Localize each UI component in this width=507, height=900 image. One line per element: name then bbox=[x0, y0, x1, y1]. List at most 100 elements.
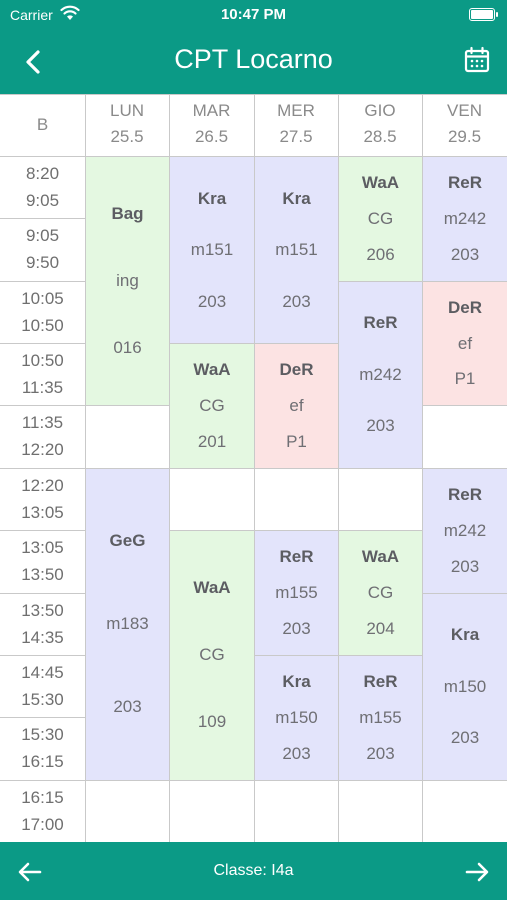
time-slot: 10:05 10:50 bbox=[0, 285, 85, 339]
period-start: 10:50 bbox=[21, 351, 64, 371]
corner-label: B bbox=[0, 112, 85, 138]
period-start: 16:15 bbox=[21, 787, 64, 807]
lesson-code: ef bbox=[457, 333, 473, 353]
lesson-block[interactable]: DeR ef P1 bbox=[254, 343, 339, 469]
lesson-subject: WaA bbox=[193, 578, 231, 598]
status-bar: Carrier 10:47 PM bbox=[0, 0, 507, 30]
lesson-subject: DeR bbox=[279, 360, 314, 379]
lesson-block[interactable]: Kra m150 203 bbox=[422, 592, 507, 781]
period-start: 13:05 bbox=[21, 538, 64, 558]
period-start: 9:05 bbox=[25, 226, 60, 246]
lesson-subject: Kra bbox=[450, 625, 480, 645]
lesson-code: CG bbox=[199, 395, 225, 415]
lesson-room: 203 bbox=[450, 556, 480, 576]
period-start: 12:20 bbox=[21, 475, 64, 495]
lesson-room: 203 bbox=[197, 291, 227, 311]
day-name: VEN bbox=[447, 101, 482, 120]
lesson-block[interactable]: ReR m155 203 bbox=[338, 654, 423, 781]
lesson-code: m155 bbox=[275, 583, 318, 602]
lesson-subject: WaA bbox=[193, 360, 231, 379]
time-slot: 12:20 13:05 bbox=[0, 472, 85, 526]
day-name: LUN bbox=[109, 101, 144, 120]
lesson-subject: Kra bbox=[282, 188, 311, 208]
lesson-block[interactable]: WaA CG 109 bbox=[169, 530, 255, 781]
lesson-subject: WaA bbox=[361, 172, 400, 192]
lesson-block[interactable]: Kra m150 203 bbox=[254, 654, 339, 781]
lesson-code: CG bbox=[367, 583, 394, 602]
day-header-mar: MAR 26.5 bbox=[169, 98, 254, 150]
time-slot: 10:50 11:35 bbox=[0, 347, 85, 401]
lesson-block[interactable]: WaA CG 206 bbox=[338, 156, 423, 282]
period-end: 17:00 bbox=[21, 814, 64, 834]
period-end: 13:05 bbox=[21, 502, 64, 522]
calendar-icon[interactable] bbox=[463, 46, 491, 74]
lesson-subject: GeG bbox=[109, 531, 146, 551]
lesson-subject: WaA bbox=[361, 547, 400, 567]
lesson-subject: DeR bbox=[447, 297, 482, 317]
period-end: 16:15 bbox=[21, 752, 64, 772]
day-date: 28.5 bbox=[363, 127, 397, 146]
lesson-room: 016 bbox=[113, 338, 142, 358]
lesson-room: 203 bbox=[450, 244, 480, 264]
day-name: GIO bbox=[364, 101, 396, 120]
lesson-block[interactable]: ReR m242 203 bbox=[422, 467, 507, 594]
day-name: MAR bbox=[192, 101, 231, 120]
lesson-block[interactable]: Bag ing 016 bbox=[85, 156, 170, 407]
lesson-block[interactable]: DeR ef P1 bbox=[422, 280, 507, 407]
period-end: 15:30 bbox=[21, 689, 64, 709]
time-slot: 8:20 9:05 bbox=[0, 160, 85, 214]
lesson-block[interactable]: WaA CG 201 bbox=[169, 343, 255, 469]
lesson-code: CG bbox=[199, 645, 225, 665]
lesson-block[interactable]: GeG m183 203 bbox=[85, 467, 170, 781]
time-slot: 13:05 13:50 bbox=[0, 534, 85, 588]
period-end: 13:50 bbox=[21, 565, 64, 585]
day-date: 27.5 bbox=[279, 127, 313, 146]
lesson-code: m242 bbox=[443, 520, 487, 540]
lesson-code: m150 bbox=[443, 676, 487, 696]
period-start: 8:20 bbox=[25, 164, 60, 183]
lesson-room: 203 bbox=[450, 728, 480, 748]
lesson-block[interactable]: Kra m151 203 bbox=[169, 156, 255, 345]
arrow-right-icon[interactable] bbox=[463, 858, 491, 886]
lesson-subject: ReR bbox=[447, 172, 482, 192]
lesson-subject: ReR bbox=[447, 484, 482, 504]
time-slot: 15:30 16:15 bbox=[0, 721, 85, 775]
period-start: 15:30 bbox=[21, 725, 64, 745]
day-header-lun: LUN 25.5 bbox=[85, 98, 169, 150]
time-slot: 14:45 15:30 bbox=[0, 659, 85, 713]
lesson-code: m151 bbox=[275, 240, 318, 260]
lesson-room: 109 bbox=[197, 712, 227, 732]
period-start: 14:45 bbox=[21, 662, 64, 682]
period-end: 11:35 bbox=[21, 378, 64, 398]
day-header-gio: GIO 28.5 bbox=[338, 98, 422, 150]
lesson-code: m150 bbox=[275, 707, 318, 727]
lesson-room: 203 bbox=[282, 743, 311, 763]
lesson-block[interactable]: ReR m155 203 bbox=[254, 530, 339, 656]
lesson-subject: Kra bbox=[282, 671, 311, 691]
lesson-code: m242 bbox=[359, 364, 402, 384]
lesson-subject: ReR bbox=[363, 313, 398, 333]
lesson-room: 203 bbox=[282, 291, 311, 311]
lesson-block[interactable]: ReR m242 203 bbox=[338, 280, 423, 469]
time-slot: 13:50 14:35 bbox=[0, 597, 85, 651]
lesson-subject: Kra bbox=[197, 188, 227, 208]
time-slot: 9:05 9:50 bbox=[0, 222, 85, 276]
period-end: 10:50 bbox=[21, 315, 64, 335]
lesson-block[interactable]: Kra m151 203 bbox=[254, 156, 339, 345]
lesson-room: 203 bbox=[282, 618, 311, 638]
lesson-room: 201 bbox=[197, 431, 227, 451]
page-title: CPT Locarno bbox=[174, 44, 333, 74]
lesson-room: P1 bbox=[286, 431, 307, 451]
day-header-mer: MER 27.5 bbox=[254, 98, 338, 150]
period-end: 9:05 bbox=[25, 191, 60, 210]
timetable-grid: B LUN 25.5 MAR 26.5 MER 27.5 GIO 28.5 VEN 29.5 8:20… bbox=[0, 94, 507, 843]
lesson-block[interactable]: WaA CG 204 bbox=[338, 530, 423, 656]
period-end: 12:20 bbox=[21, 440, 64, 460]
lesson-room: 204 bbox=[366, 618, 395, 638]
lesson-block[interactable]: ReR m242 203 bbox=[422, 156, 507, 282]
lesson-room: 206 bbox=[366, 244, 395, 264]
lesson-room: 203 bbox=[366, 743, 395, 763]
day-date: 26.5 bbox=[194, 127, 229, 146]
lesson-room: 203 bbox=[113, 696, 142, 716]
battery-icon bbox=[469, 8, 498, 21]
